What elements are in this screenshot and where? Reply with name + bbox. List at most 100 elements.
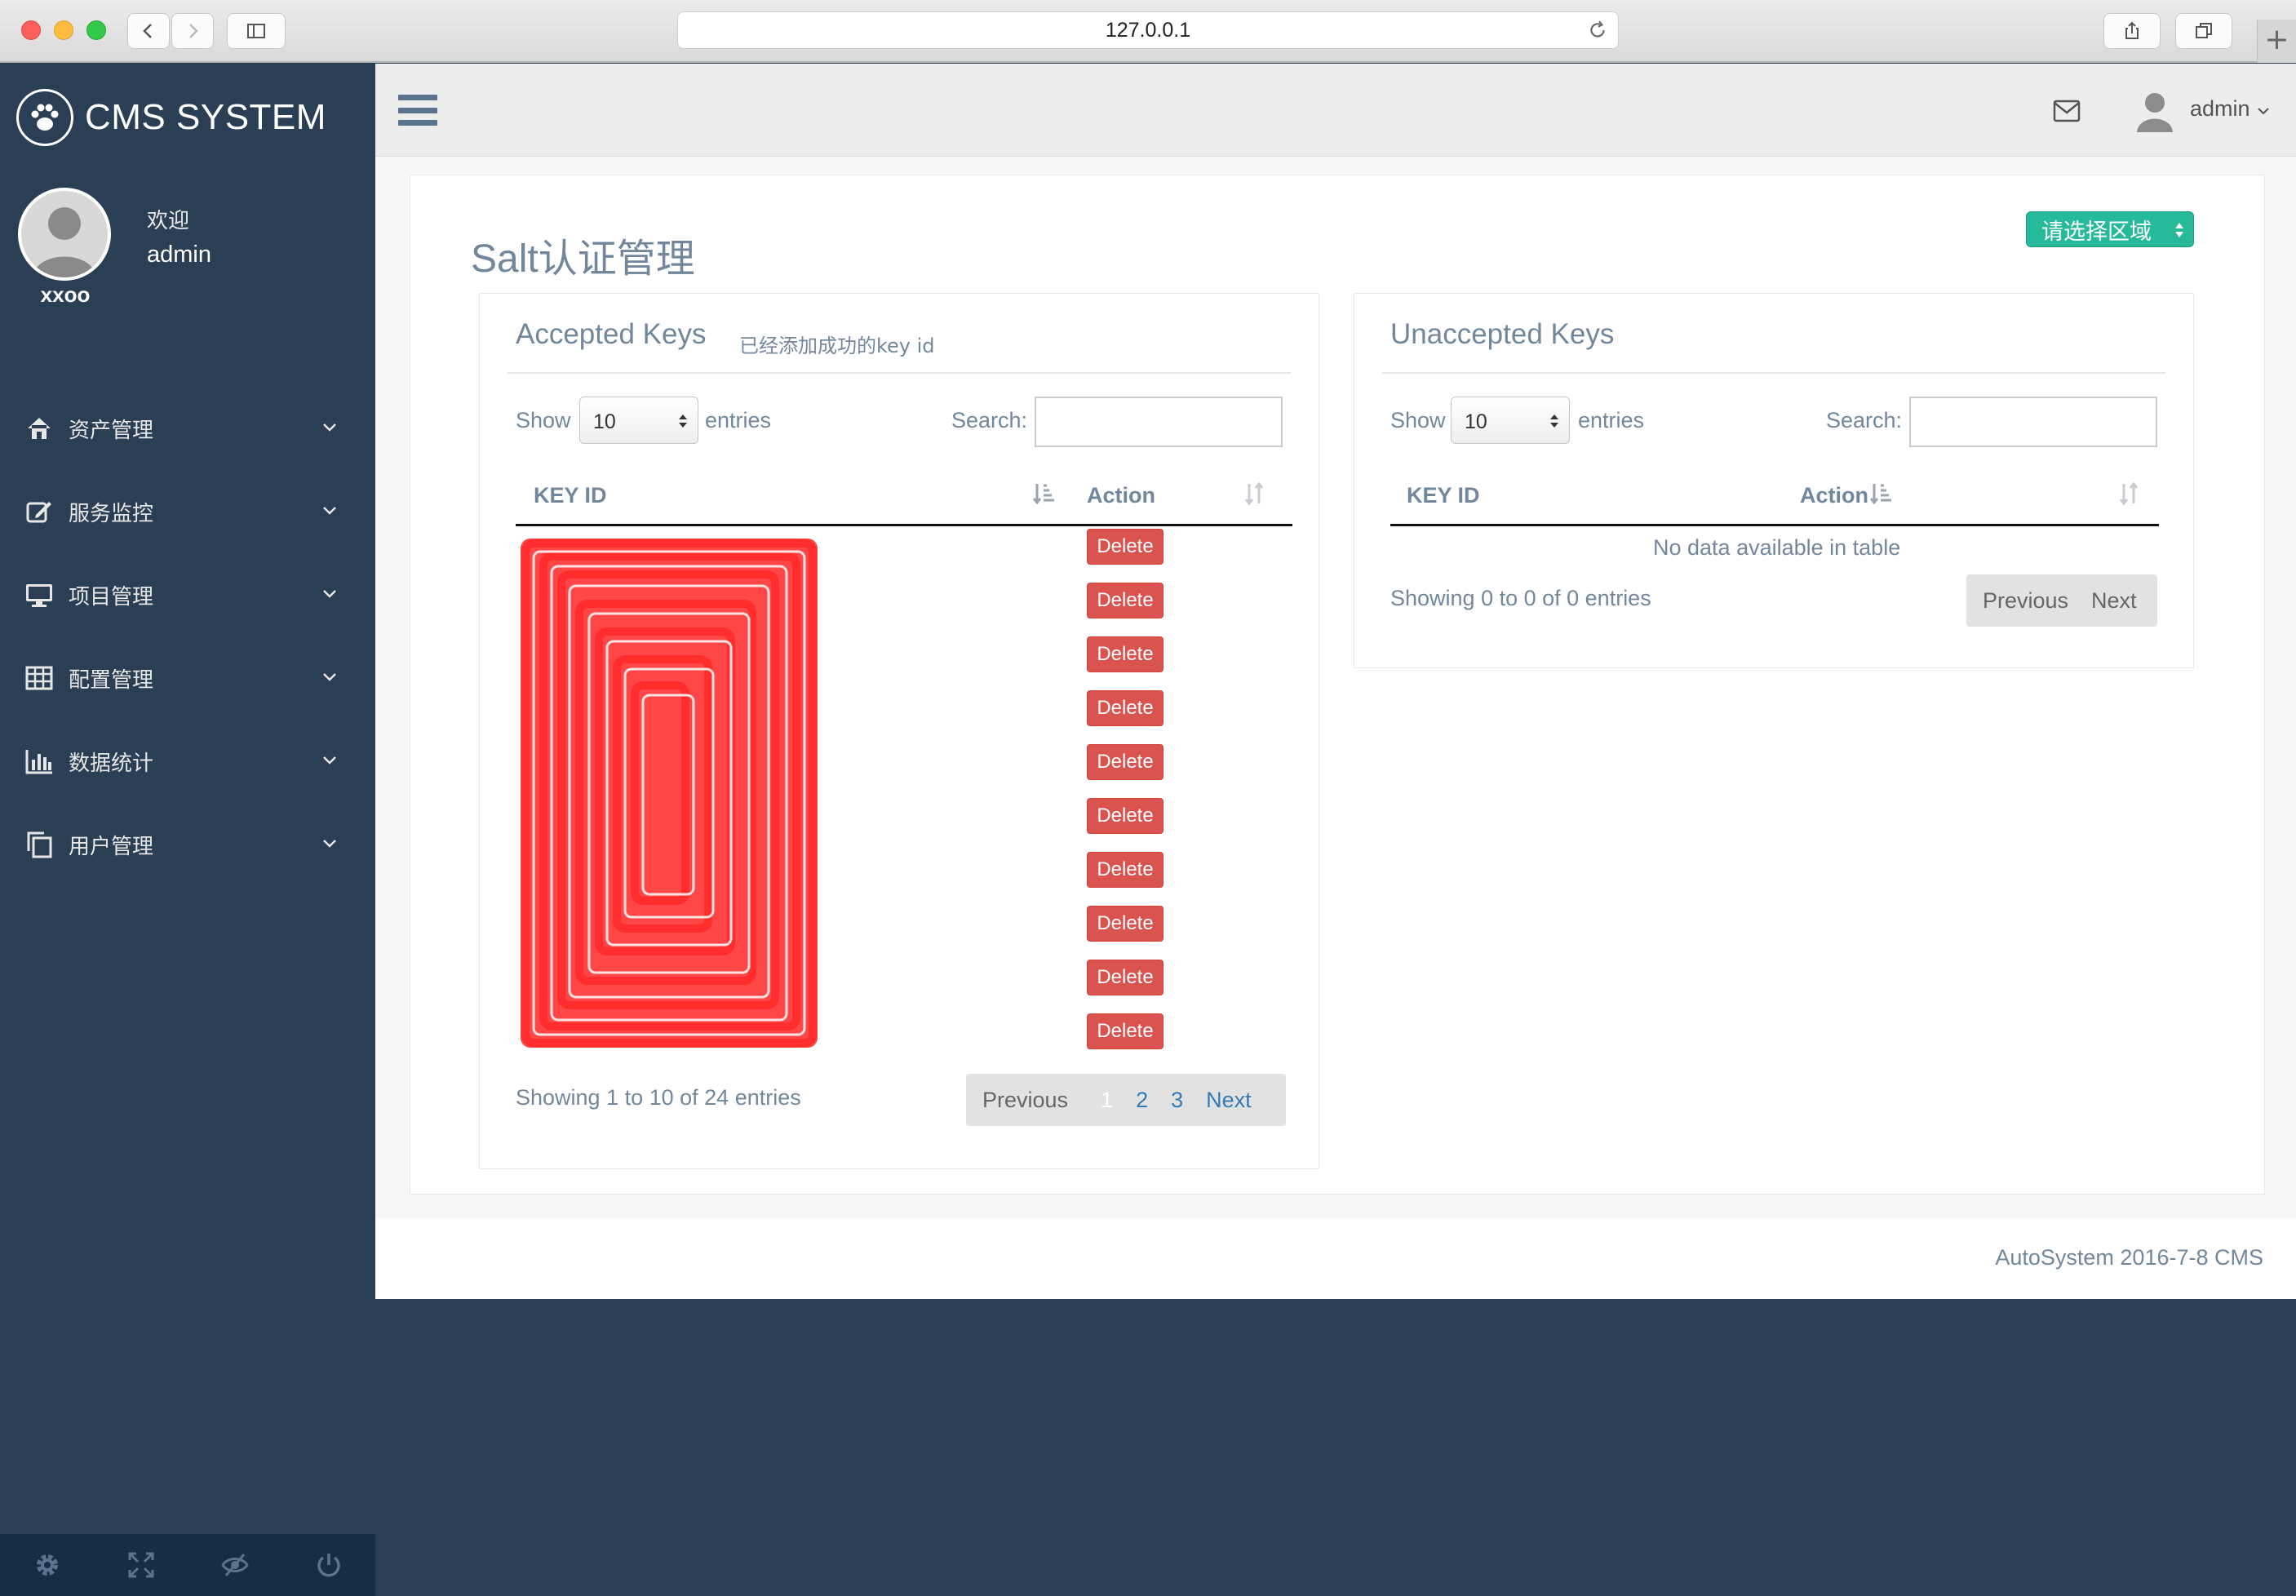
delete-button[interactable]: Delete <box>1087 636 1164 672</box>
main-content: Salt认证管理 请选择区域 Accepted Keys 已经添加成功的key … <box>375 157 2296 1299</box>
column-header-key-id[interactable]: KEY ID <box>1407 483 1480 508</box>
table-info: Showing 0 to 0 of 0 entries <box>1390 586 1651 610</box>
sidebar-item-assets[interactable]: 资产管理 <box>0 387 375 470</box>
next-page-button[interactable]: Next <box>2085 588 2143 614</box>
user-menu-name[interactable]: admin <box>2190 96 2250 122</box>
chevron-down-icon <box>323 507 336 515</box>
logout-button[interactable] <box>281 1534 375 1596</box>
updown-arrow-icon <box>679 415 687 428</box>
lock-button[interactable] <box>188 1534 281 1596</box>
top-navbar: admin <box>375 64 2296 157</box>
profile-caption: xxoo <box>40 282 91 307</box>
power-icon <box>317 1554 340 1577</box>
sidebar-toggle-button[interactable] <box>227 13 286 49</box>
column-header-action[interactable]: Action <box>1087 483 1155 508</box>
sort-icon[interactable] <box>1242 481 1266 506</box>
pagination: Previous Next <box>1966 574 2157 627</box>
desktop-icon <box>26 584 52 607</box>
region-select[interactable]: 请选择区域 <box>2026 211 2194 247</box>
paw-icon <box>16 89 73 146</box>
delete-button[interactable]: Delete <box>1087 1013 1164 1049</box>
close-window-button[interactable] <box>21 20 41 40</box>
pagination: Previous 1 2 3 Next <box>966 1074 1286 1126</box>
gear-icon <box>36 1554 58 1576</box>
page-length-select[interactable]: 10 <box>579 397 698 444</box>
delete-button[interactable]: Delete <box>1087 798 1164 834</box>
browser-chrome: 127.0.0.1 + <box>0 0 2296 63</box>
sidebar-item-label: 资产管理 <box>69 418 154 443</box>
delete-button[interactable]: Delete <box>1087 583 1164 618</box>
envelope-icon[interactable] <box>2053 100 2081 122</box>
unaccepted-keys-title: Unaccepted Keys <box>1390 318 1615 350</box>
page-length-value: 10 <box>593 410 616 433</box>
zoom-window-button[interactable] <box>86 20 106 40</box>
delete-button[interactable]: Delete <box>1087 852 1164 888</box>
sidebar-item-label: 项目管理 <box>69 584 154 610</box>
delete-button[interactable]: Delete <box>1087 744 1164 780</box>
entries-label: entries <box>705 408 772 432</box>
chevron-left-icon <box>143 24 152 38</box>
sidebar-item-statistics[interactable]: 数据统计 <box>0 720 375 803</box>
share-icon <box>2125 21 2139 39</box>
show-label: Show <box>516 408 571 432</box>
updown-arrow-icon <box>1550 415 1558 428</box>
sidebar-item-projects[interactable]: 项目管理 <box>0 553 375 636</box>
sidebar-item-users[interactable]: 用户管理 <box>0 803 375 886</box>
forward-button[interactable] <box>171 13 214 49</box>
share-button[interactable] <box>2103 13 2161 49</box>
minimize-window-button[interactable] <box>54 20 73 40</box>
accepted-search-input[interactable] <box>1035 397 1283 447</box>
clone-icon <box>27 831 52 858</box>
page-1-button[interactable]: 1 <box>1084 1088 1129 1113</box>
back-button[interactable] <box>127 13 170 49</box>
page-length-select[interactable]: 10 <box>1451 397 1570 444</box>
page-length-value: 10 <box>1465 410 1487 433</box>
home-icon <box>28 418 51 439</box>
content-panel: Salt认证管理 请选择区域 Accepted Keys 已经添加成功的key … <box>410 175 2265 1195</box>
delete-button[interactable]: Delete <box>1087 690 1164 726</box>
delete-button[interactable]: Delete <box>1087 529 1164 565</box>
bar-chart-icon <box>25 750 52 774</box>
chevron-down-icon[interactable] <box>2257 104 2270 117</box>
unaccepted-search-input[interactable] <box>1909 397 2157 447</box>
page-2-button[interactable]: 2 <box>1129 1088 1155 1113</box>
table-header-rule <box>516 524 1292 526</box>
settings-button[interactable] <box>0 1534 94 1596</box>
chevron-right-icon <box>189 24 198 38</box>
region-select-value: 请选择区域 <box>2041 219 2152 245</box>
chevron-down-icon <box>323 756 336 765</box>
column-header-key-id[interactable]: KEY ID <box>534 483 607 508</box>
brand-name: CMS SYSTEM <box>85 97 326 137</box>
column-header-action[interactable]: Action <box>1800 483 1868 508</box>
sort-amount-icon[interactable] <box>1031 481 1056 506</box>
next-page-button[interactable]: Next <box>1199 1088 1258 1113</box>
user-avatar-icon[interactable] <box>2134 90 2175 132</box>
accepted-keys-card: Accepted Keys 已经添加成功的key id Show 10 entr… <box>479 293 1319 1169</box>
chevron-down-icon <box>323 423 336 432</box>
sidebar-footer <box>0 1534 375 1596</box>
address-bar[interactable]: 127.0.0.1 <box>677 11 1619 49</box>
menu-toggle-icon[interactable] <box>398 95 437 126</box>
sidebar-item-label: 用户管理 <box>69 834 154 859</box>
show-label: Show <box>1390 408 1446 432</box>
sort-icon[interactable] <box>2116 481 2141 506</box>
delete-button[interactable]: Delete <box>1087 906 1164 942</box>
previous-page-button[interactable]: Previous <box>1966 588 2085 614</box>
footer-text: AutoSystem 2016-7-8 CMS <box>1995 1245 2263 1270</box>
fullscreen-button[interactable] <box>94 1534 188 1596</box>
sidebar-item-config[interactable]: 配置管理 <box>0 636 375 720</box>
new-tab-button[interactable]: + <box>2257 20 2296 63</box>
delete-button[interactable]: Delete <box>1087 960 1164 995</box>
accepted-keys-title: Accepted Keys <box>516 318 707 350</box>
previous-page-button[interactable]: Previous <box>966 1088 1084 1113</box>
brand[interactable]: CMS SYSTEM <box>16 85 326 150</box>
table-icon <box>25 666 53 690</box>
reload-icon[interactable] <box>1587 20 1608 41</box>
sidebar-item-monitoring[interactable]: 服务监控 <box>0 470 375 553</box>
tabs-overview-button[interactable] <box>2175 13 2232 49</box>
edit-icon <box>26 502 51 523</box>
sidebar: CMS SYSTEM 欢迎 admin xxoo 资产管理 服务监控 项目管理 … <box>0 64 375 1596</box>
sort-amount-icon[interactable] <box>1868 481 1893 506</box>
page-3-button[interactable]: 3 <box>1155 1088 1199 1113</box>
redaction-overlay <box>521 539 818 1048</box>
